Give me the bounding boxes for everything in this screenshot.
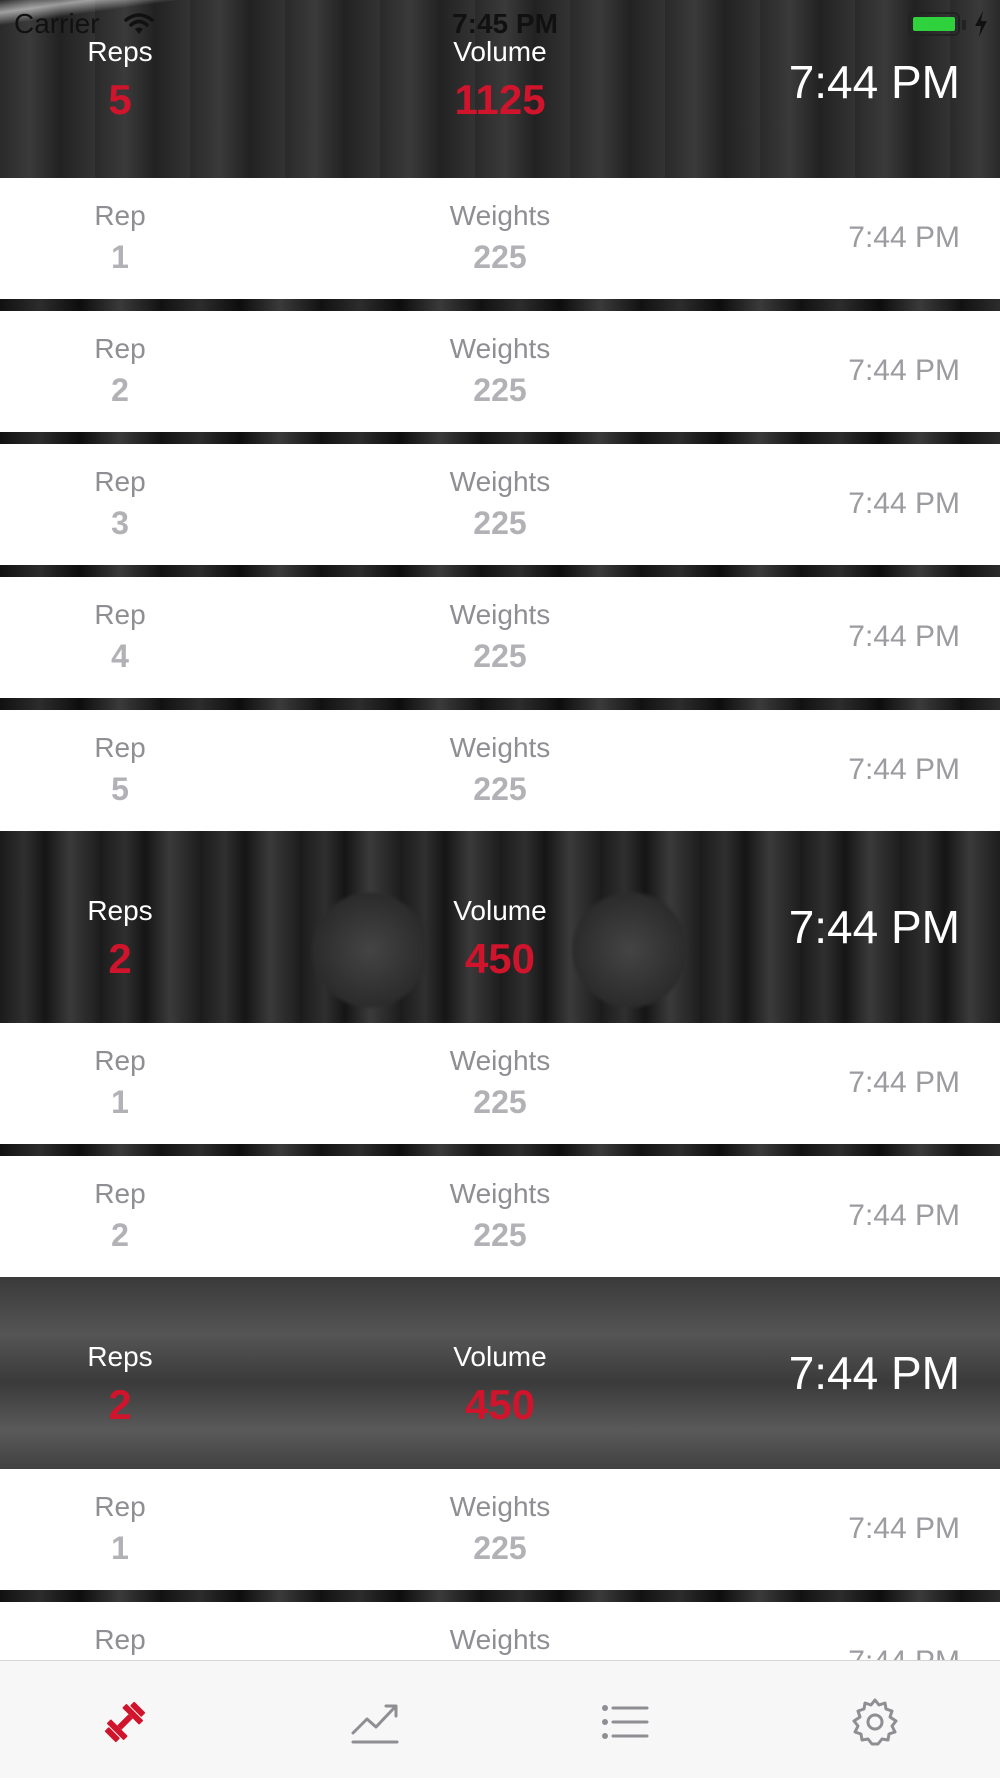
weights-value: 225 (473, 1084, 527, 1120)
rep-label: Rep (94, 599, 146, 630)
set-row[interactable]: Rep 1 Weights 225 7:44 PM (0, 1469, 1000, 1590)
volume-value: 450 (464, 935, 536, 982)
volume-column: Volume 450 (390, 895, 610, 983)
tab-history[interactable] (500, 1661, 750, 1778)
weights-label: Weights (449, 1624, 551, 1655)
weights-value: 225 (473, 505, 527, 541)
rep-value: 3 (111, 505, 129, 541)
row-separator (0, 432, 1000, 444)
chart-trend-icon (351, 1704, 399, 1744)
rep-label: Rep (94, 1178, 146, 1209)
reps-value: 2 (108, 1381, 132, 1428)
set-row[interactable]: Rep 2 Weights 225 7:44 PM (0, 1156, 1000, 1277)
weights-label: Weights (449, 333, 551, 364)
status-bar: Carrier 7:45 PM (0, 0, 1000, 48)
set-row[interactable]: Rep 2 Weights 225 7:44 PM (0, 311, 1000, 432)
row-separator (0, 299, 1000, 311)
rep-value: 2 (111, 372, 129, 408)
weights-value: 225 (473, 1217, 527, 1253)
rep-value: 1 (111, 239, 129, 275)
set-time: 7:44 PM (848, 753, 960, 786)
weights-value: 225 (473, 372, 527, 408)
set-row[interactable]: Rep 4 Weights 225 7:44 PM (0, 577, 1000, 698)
reps-column: Reps 2 (10, 895, 230, 983)
weights-value: 225 (473, 239, 527, 275)
volume-column: Volume 1125 (390, 36, 610, 124)
set-time: 7:44 PM (848, 1512, 960, 1545)
rep-value: 1 (111, 1530, 129, 1566)
row-separator (0, 565, 1000, 577)
tab-workout[interactable] (0, 1661, 250, 1778)
rep-value: 4 (111, 638, 129, 674)
rep-label: Rep (94, 466, 146, 497)
set-row[interactable]: Rep 5 Weights 225 7:44 PM (0, 710, 1000, 831)
reps-column: Reps 2 (10, 1341, 230, 1429)
volume-label: Volume (453, 895, 547, 926)
reps-value: 2 (108, 935, 132, 982)
set-list[interactable]: Reps 5 Volume 1125 7:44 PM Rep 1 Weights 2… (0, 0, 1000, 1723)
tab-bar (0, 1660, 1000, 1778)
rep-label: Rep (94, 333, 146, 364)
charging-bolt-icon (975, 11, 987, 37)
reps-label: Reps (87, 895, 153, 926)
weights-label: Weights (449, 200, 551, 231)
weights-value: 225 (473, 771, 527, 807)
reps-label: Reps (87, 1341, 153, 1372)
wifi-icon (124, 13, 154, 34)
weights-label: Weights (449, 1178, 551, 1209)
rep-label: Rep (94, 1491, 146, 1522)
rep-label: Rep (94, 1624, 146, 1655)
battery-tip (962, 20, 966, 30)
volume-column: Volume 450 (390, 1341, 610, 1429)
row-separator (0, 698, 1000, 710)
weights-value: 225 (473, 638, 527, 674)
summary-time: 7:44 PM (788, 1347, 960, 1399)
gear-icon (852, 1698, 898, 1746)
tab-settings[interactable] (750, 1661, 1000, 1778)
reps-column: Reps 5 (10, 36, 230, 124)
set-row[interactable]: Rep 1 Weights 225 7:44 PM (0, 178, 1000, 299)
volume-value: 1125 (454, 76, 546, 123)
weights-label: Weights (449, 599, 551, 630)
summary-time: 7:44 PM (788, 56, 960, 108)
carrier-label: Carrier (14, 8, 100, 39)
dumbbell-icon (104, 1701, 146, 1743)
rep-label: Rep (94, 1045, 146, 1076)
workout-summary-header[interactable]: Reps 2 Volume 450 7:44 PM (0, 831, 1000, 1023)
row-separator (0, 1144, 1000, 1156)
weights-label: Weights (449, 1045, 551, 1076)
rep-value: 5 (111, 771, 129, 807)
battery-icon (908, 12, 960, 36)
weights-value: 225 (473, 1530, 527, 1566)
summary-time: 7:44 PM (788, 901, 960, 953)
set-time: 7:44 PM (848, 354, 960, 387)
weights-label: Weights (449, 1491, 551, 1522)
reps-value: 5 (108, 76, 132, 123)
set-row[interactable]: Rep 3 Weights 225 7:44 PM (0, 444, 1000, 565)
set-time: 7:44 PM (848, 221, 960, 254)
volume-label: Volume (453, 1341, 547, 1372)
weights-label: Weights (449, 466, 551, 497)
rep-value: 2 (111, 1217, 129, 1253)
rep-label: Rep (94, 200, 146, 231)
set-time: 7:44 PM (848, 1066, 960, 1099)
set-row[interactable]: Rep 1 Weights 225 7:44 PM (0, 1023, 1000, 1144)
set-time: 7:44 PM (848, 1199, 960, 1232)
list-icon (602, 1705, 649, 1739)
row-separator (0, 1590, 1000, 1602)
rep-value: 1 (111, 1084, 129, 1120)
rep-label: Rep (94, 732, 146, 763)
workout-log-screen: Reps 5 Volume 1125 7:44 PM Rep 1 Weights 2… (0, 0, 1000, 1778)
volume-value: 450 (464, 1381, 536, 1428)
status-time: 7:45 PM (452, 8, 558, 39)
set-time: 7:44 PM (848, 620, 960, 653)
set-time: 7:44 PM (848, 487, 960, 520)
tab-progress[interactable] (250, 1661, 500, 1778)
weights-label: Weights (449, 732, 551, 763)
workout-summary-header[interactable]: Reps 2 Volume 450 7:44 PM (0, 1277, 1000, 1469)
